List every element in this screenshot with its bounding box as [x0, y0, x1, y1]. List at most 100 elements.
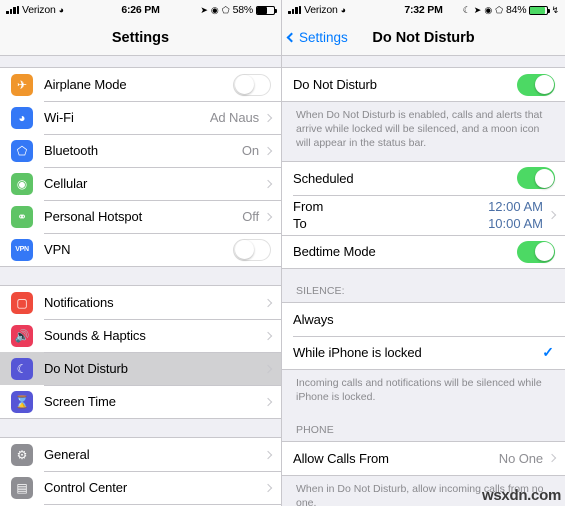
control-center-icon: ▤ [11, 476, 33, 499]
back-button-label: Settings [299, 30, 348, 45]
sidebar-item-label: Personal Hotspot [44, 209, 143, 224]
silence-group: Always While iPhone is locked ✓ [282, 301, 565, 370]
scheduled-toggle[interactable] [517, 167, 555, 190]
phone-group: Allow Calls From No One [282, 440, 565, 476]
sidebar-item-label: Do Not Disturb [44, 361, 128, 376]
sidebar-item-label: Control Center [44, 480, 128, 495]
battery-icon [256, 5, 277, 15]
from-label: From [293, 198, 324, 214]
chevron-right-icon [263, 113, 273, 122]
chevron-right-icon [263, 212, 273, 221]
sidebar-item-bluetooth[interactable]: ⬠ Bluetooth On [0, 134, 281, 167]
nav-bar-right: Settings Do Not Disturb [282, 20, 565, 56]
gear-icon: ⚙ [11, 443, 33, 466]
dnd-footer-text: When Do Not Disturb is enabled, calls an… [282, 102, 565, 161]
sidebar-item-label: VPN [44, 242, 71, 257]
ios-settings-split-screenshot: Verizon ◕ 6:26 PM ➤ ◉ ⬠ 58% Settings ✈ A… [0, 0, 565, 506]
sidebar-item-general[interactable]: ⚙ General [0, 438, 281, 471]
bluetooth-icon: ⬠ [11, 139, 33, 162]
chevron-right-icon [263, 331, 273, 340]
sidebar-item-do-not-disturb[interactable]: ☾ Do Not Disturb [0, 352, 281, 385]
sidebar-item-wifi[interactable]: ◕ Wi-Fi Ad Naus [0, 101, 281, 134]
phone-section-header: PHONE [282, 413, 565, 441]
status-bar-right: Verizon ◕ 7:32 PM ☾ ➤ ◉ ⬠ 84% ↯ [282, 0, 565, 20]
hotspot-state-value: Off [242, 209, 259, 224]
group-spacer [282, 56, 565, 67]
settings-list-pane: Verizon ◕ 6:26 PM ➤ ◉ ⬠ 58% Settings ✈ A… [0, 0, 282, 506]
checkmark-icon: ✓ [542, 343, 554, 360]
dnd-master-group: Do Not Disturb [282, 67, 565, 102]
silence-footer-text: Incoming calls and notifications will be… [282, 369, 565, 414]
chevron-right-icon [547, 210, 557, 219]
vpn-toggle[interactable] [233, 238, 271, 261]
allow-calls-from-row[interactable]: Allow Calls From No One [282, 441, 565, 475]
schedule-time-row[interactable]: From To 12:00 AM 10:00 AM [282, 194, 565, 235]
status-bar-right-cluster: ☾ ➤ ◉ ⬠ 84% ↯ [463, 4, 559, 16]
sidebar-item-control-center[interactable]: ▤ Control Center [0, 471, 281, 504]
allow-calls-from-label: Allow Calls From [293, 450, 389, 466]
do-not-disturb-icon: ☾ [11, 357, 33, 380]
bluetooth-icon: ⬠ [495, 4, 504, 15]
alarm-icon: ◉ [210, 4, 219, 15]
back-button[interactable]: Settings [282, 30, 348, 45]
dnd-scroll-area[interactable]: Do Not Disturb When Do Not Disturb is en… [282, 56, 565, 506]
allow-calls-from-value: No One [498, 450, 543, 466]
silence-option-always[interactable]: Always [282, 302, 565, 336]
sidebar-item-cellular[interactable]: ◉ Cellular [0, 167, 281, 200]
notifications-icon: ▢ [11, 291, 33, 314]
scheduled-row[interactable]: Scheduled [282, 161, 565, 195]
chevron-right-icon [263, 483, 273, 492]
page-title: Settings [111, 29, 170, 46]
chevron-right-icon [263, 364, 273, 373]
schedule-time-labels: From To [293, 199, 488, 231]
dnd-master-label: Do Not Disturb [293, 77, 377, 92]
wifi-network-value: Ad Naus [209, 110, 259, 125]
sidebar-item-sounds-haptics[interactable]: 🔊 Sounds & Haptics [0, 319, 281, 352]
scheduled-label: Scheduled [293, 170, 354, 186]
sounds-haptics-icon: 🔊 [11, 324, 33, 347]
chevron-right-icon [263, 298, 273, 307]
location-arrow-icon: ➤ [473, 4, 482, 15]
do-not-disturb-detail-pane: Verizon ◕ 7:32 PM ☾ ➤ ◉ ⬠ 84% ↯ Settings… [282, 0, 565, 506]
from-value: 12:00 AM [488, 198, 543, 214]
nav-bar-left: Settings [0, 20, 281, 56]
chevron-right-icon [263, 179, 273, 188]
to-label: To [293, 215, 307, 231]
screen-time-icon: ⌛ [11, 390, 33, 413]
airplane-mode-toggle[interactable] [233, 73, 271, 96]
personal-hotspot-icon: ⚭ [11, 205, 33, 228]
sidebar-item-label: Screen Time [44, 394, 116, 409]
sidebar-item-airplane-mode[interactable]: ✈ Airplane Mode [0, 68, 281, 101]
sidebar-item-label: Notifications [44, 295, 114, 310]
sidebar-item-notifications[interactable]: ▢ Notifications [0, 286, 281, 319]
group-spacer [0, 267, 281, 285]
to-value: 10:00 AM [488, 215, 543, 231]
silence-option-label: While iPhone is locked [293, 344, 422, 360]
cellular-icon: ◉ [11, 172, 33, 195]
dnd-master-row[interactable]: Do Not Disturb [282, 68, 565, 101]
sidebar-item-label: Airplane Mode [44, 77, 127, 92]
airplane-icon: ✈ [11, 73, 33, 96]
vpn-icon: VPN [11, 238, 33, 261]
silence-option-while-locked[interactable]: While iPhone is locked ✓ [282, 335, 565, 369]
sidebar-item-screen-time[interactable]: ⌛ Screen Time [0, 385, 281, 418]
chevron-right-icon [263, 450, 273, 459]
bedtime-mode-row[interactable]: Bedtime Mode [282, 234, 565, 268]
dnd-master-toggle[interactable] [517, 73, 555, 96]
system-group: ⚙ General ▤ Control Center AA Display & … [0, 437, 281, 506]
silence-section-header: SILENCE: [282, 268, 565, 302]
watermark: wsxdn.com [482, 487, 561, 504]
sidebar-item-label: Sounds & Haptics [44, 328, 146, 343]
settings-scroll-area[interactable]: ✈ Airplane Mode ◕ Wi-Fi Ad Naus ⬠ Blueto… [0, 56, 281, 506]
group-spacer [0, 419, 281, 437]
bedtime-mode-toggle[interactable] [517, 240, 555, 263]
watermark-text: wsxdn.com [482, 487, 561, 504]
sidebar-item-label: Cellular [44, 176, 88, 191]
sidebar-item-label: General [44, 447, 90, 462]
sidebar-item-personal-hotspot[interactable]: ⚭ Personal Hotspot Off [0, 200, 281, 233]
chevron-right-icon [263, 146, 273, 155]
sidebar-item-vpn[interactable]: VPN VPN [0, 233, 281, 266]
bedtime-mode-label: Bedtime Mode [293, 244, 376, 260]
alarm-icon: ◉ [484, 4, 493, 15]
battery-icon [529, 5, 551, 15]
